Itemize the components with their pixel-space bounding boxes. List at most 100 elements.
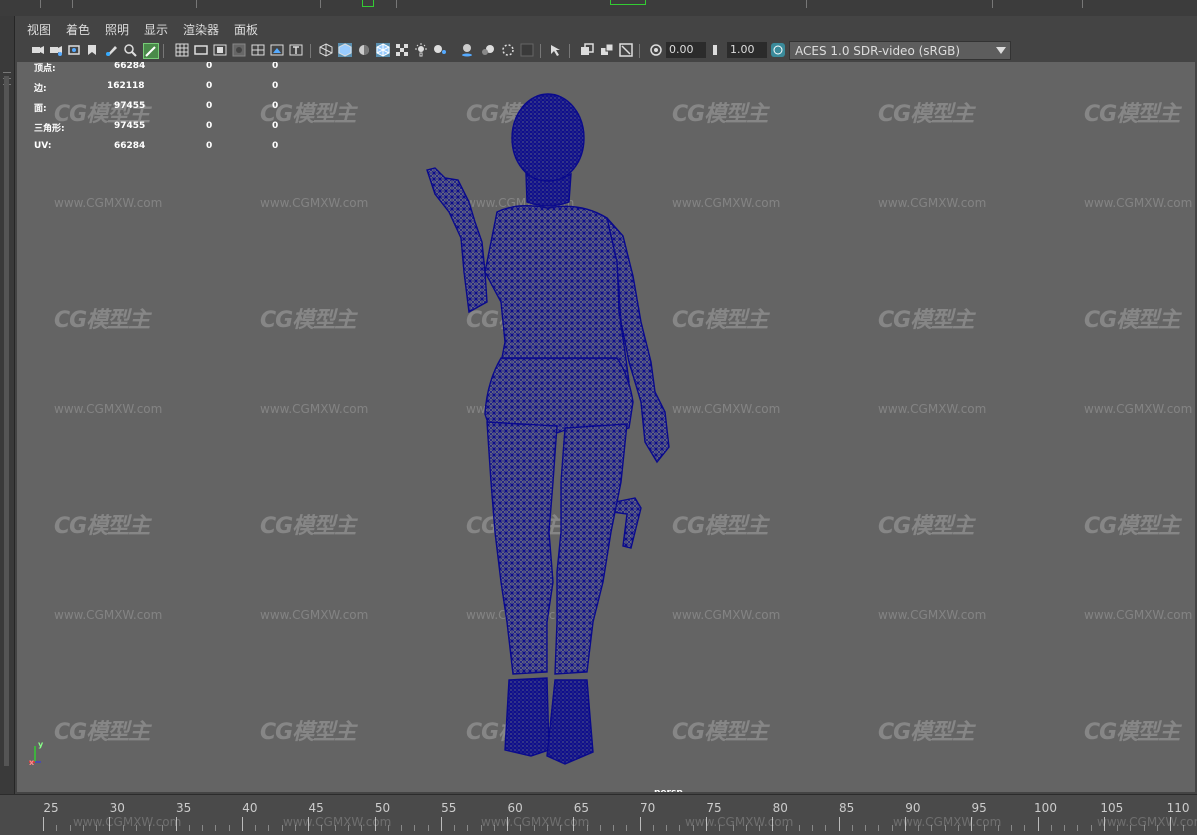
frame-minor-tick	[851, 825, 853, 831]
safe-title-icon[interactable]	[289, 43, 303, 57]
green-bracket-icon	[610, 0, 646, 5]
default-material-icon[interactable]	[357, 43, 371, 57]
select-camera-icon[interactable]	[31, 43, 45, 57]
frame-label: 60	[507, 801, 523, 815]
frame-label: 85	[838, 801, 855, 815]
top-tick	[72, 0, 73, 8]
gate-mask-icon[interactable]	[232, 43, 246, 57]
axis-x-label: x	[29, 758, 35, 767]
gamma-field[interactable]: 1.00	[727, 42, 767, 58]
2d-pan-zoom-icon[interactable]	[123, 43, 137, 57]
hud-value: 0	[206, 81, 213, 91]
hud-value: 66284	[114, 62, 146, 71]
frame-major-tick	[639, 817, 641, 831]
isolate-select-icon[interactable]	[549, 43, 563, 57]
resolution-gate-icon[interactable]	[213, 43, 227, 57]
watermark-url: www.CGMXW.com	[73, 815, 182, 829]
backface-culling-icon[interactable]	[619, 43, 633, 57]
hud-value: 0	[206, 141, 213, 151]
hud-value: 97455	[114, 121, 146, 131]
hud-value: 97455	[114, 101, 146, 111]
wireframe-character-model[interactable]	[17, 62, 1195, 792]
frame-major-tick	[43, 817, 44, 831]
bookmarks-icon[interactable]	[67, 43, 81, 57]
camera-attributes-icon[interactable]	[49, 43, 63, 57]
frame-minor-tick	[454, 825, 456, 831]
green-bracket-icon	[362, 0, 374, 7]
frame-label: 35	[175, 801, 192, 815]
anti-aliasing-icon[interactable]	[501, 43, 515, 57]
3d-viewport[interactable]: CG模型主 CG模型主 CG模型主 CG模型主 CG模型主 CG模型主 CG模型主 CG模型主…	[17, 62, 1195, 792]
menu-shading[interactable]: 着色	[66, 21, 90, 38]
wireframe-icon[interactable]	[319, 43, 333, 57]
chevron-down-icon[interactable]	[996, 47, 1006, 55]
frame-minor-tick	[652, 825, 654, 831]
menu-view[interactable]: 视图	[27, 21, 51, 38]
right-leg-mesh	[554, 423, 628, 675]
image-plane-icon[interactable]	[85, 43, 99, 57]
gamma-icon[interactable]	[710, 43, 724, 57]
frame-label: 95	[971, 801, 987, 815]
toolbar-divider	[163, 44, 164, 58]
frame-minor-tick	[599, 825, 601, 831]
watermark-url: www.CGMXW.com	[283, 815, 392, 829]
frame-minor-tick	[679, 825, 681, 831]
frame-label: 25	[43, 801, 59, 815]
modeling-panel: 视图 着色 照明 显示 渲染器 面板 0.00 1.00 ACES 1.0 SD…	[15, 16, 1197, 794]
depth-of-field-icon[interactable]	[520, 43, 534, 57]
exposure-field[interactable]: 0.00	[666, 42, 706, 58]
hud-value: 0	[272, 141, 279, 151]
frame-minor-tick	[812, 825, 814, 831]
left-scrollbar[interactable]	[4, 76, 9, 766]
top-tick	[196, 0, 197, 8]
grease-pencil-icon[interactable]	[105, 43, 119, 57]
menu-panels[interactable]: 面板	[234, 21, 258, 38]
menu-renderer[interactable]: 渲染器	[183, 21, 219, 38]
axis-y-label: y	[38, 740, 44, 749]
safe-action-icon[interactable]	[270, 43, 284, 57]
view-transform-icon[interactable]	[771, 43, 785, 57]
frame-minor-tick	[1077, 825, 1079, 831]
frame-label: 70	[640, 801, 656, 815]
menu-lighting[interactable]: 照明	[105, 21, 129, 38]
menu-show[interactable]: 显示	[144, 21, 168, 38]
hud-value: 0	[206, 62, 213, 71]
frame-minor-tick	[825, 825, 827, 831]
top-tick	[1082, 0, 1083, 8]
toolbar-divider	[310, 44, 311, 58]
field-chart-icon[interactable]	[251, 43, 265, 57]
top-tick	[396, 0, 397, 8]
frame-major-tick	[241, 817, 243, 831]
frame-minor-tick	[414, 825, 416, 831]
frame-label: 100	[1034, 801, 1057, 815]
use-all-lights-icon[interactable]	[414, 43, 428, 57]
textured-icon[interactable]	[395, 43, 409, 57]
motion-blur-icon[interactable]	[481, 43, 495, 57]
screen-space-ao-icon[interactable]	[460, 43, 474, 57]
hud-value: 0	[272, 101, 279, 111]
hud-value: 0	[206, 101, 213, 111]
exposure-icon[interactable]	[649, 43, 663, 57]
xray-joints-icon[interactable]	[600, 43, 614, 57]
xray-icon[interactable]	[580, 43, 594, 57]
camera-name-label: persp	[654, 788, 683, 792]
hud-label-faces: 面:	[34, 104, 47, 114]
shadows-icon[interactable]	[433, 43, 447, 57]
grease-pencil-active-icon[interactable]	[143, 43, 159, 59]
top-strip	[0, 0, 1197, 17]
frame-label: 75	[706, 801, 722, 815]
watermark-url: www.CGMXW.com	[685, 815, 794, 829]
frame-label: 110	[1166, 801, 1190, 815]
toolbar-divider	[540, 44, 541, 58]
toolbar-divider	[569, 44, 570, 58]
left-toolbox[interactable]	[0, 16, 15, 794]
hud-value: 162118	[107, 81, 145, 91]
film-gate-icon[interactable]	[194, 43, 208, 57]
hud-label-edges: 边:	[34, 84, 47, 94]
wireframe-on-shaded-icon[interactable]	[376, 43, 390, 57]
time-slider[interactable]: 25 30 35 40 45 50 55 60 65 70 75 80 85 90 95 100 105 110 w…	[0, 794, 1197, 835]
smooth-shade-icon[interactable]	[338, 43, 352, 57]
grid-icon[interactable]	[175, 43, 189, 57]
panel-menu-bar: 视图 着色 照明 显示 渲染器 面板	[15, 16, 1197, 40]
view-transform-select[interactable]: ACES 1.0 SDR-video (sRGB)	[789, 41, 1011, 60]
